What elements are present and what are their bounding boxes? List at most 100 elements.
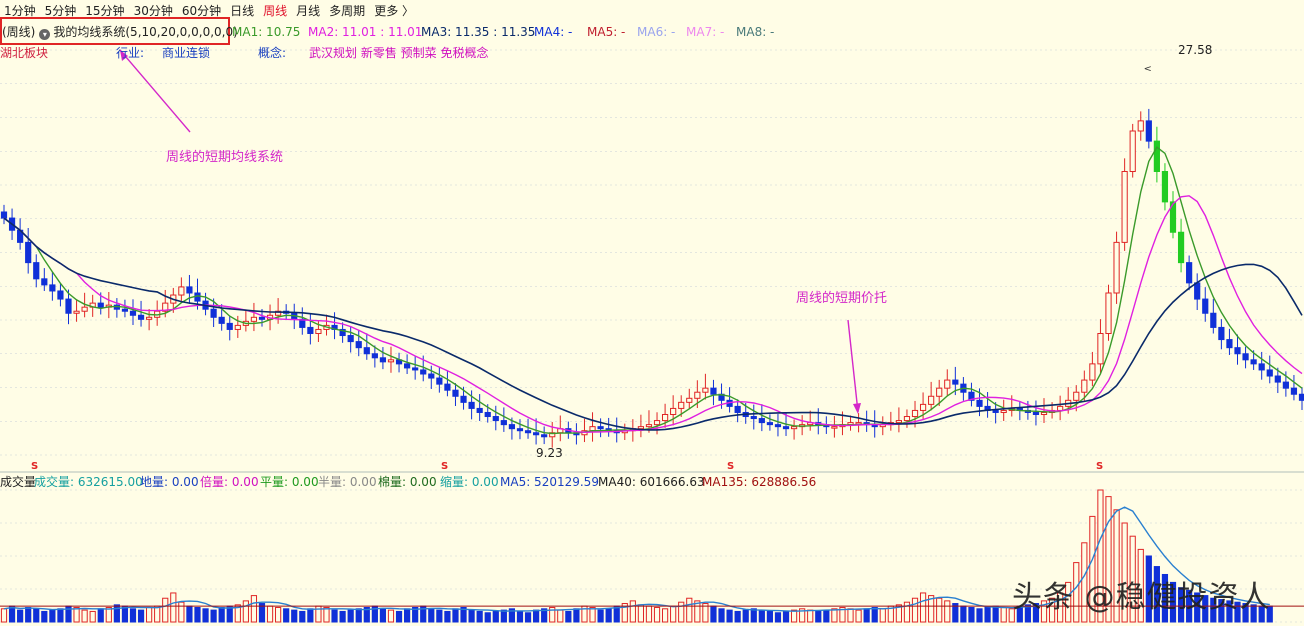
ma8-value: MA8: - xyxy=(736,25,775,39)
volume-bar xyxy=(266,605,274,623)
ma2-value: MA2: 11.01 : 11.01 xyxy=(308,25,423,39)
volume-bar xyxy=(146,606,153,623)
region-tag: 湖北板块 xyxy=(0,46,49,60)
candle-body xyxy=(694,391,701,399)
candle-body xyxy=(1210,312,1217,328)
volume-bar xyxy=(645,605,653,623)
candle-body xyxy=(936,387,943,397)
candle-body xyxy=(1121,171,1128,243)
mian-liang: 棉量: 0.00 xyxy=(378,475,437,489)
candle-body xyxy=(903,416,911,422)
candle-body xyxy=(73,310,80,314)
volume-bar xyxy=(395,610,403,623)
volume-bar xyxy=(162,597,169,623)
bei-liang: 倍量: 0.00 xyxy=(200,475,259,489)
candle-body xyxy=(137,314,145,320)
candle-body xyxy=(702,387,709,393)
volume-bar xyxy=(17,609,24,623)
volume-bar xyxy=(339,610,346,623)
volume-bar xyxy=(976,608,983,623)
candle-body xyxy=(1250,359,1257,365)
volume-bar xyxy=(452,608,459,623)
candle-body xyxy=(65,298,72,314)
candle-body xyxy=(1234,347,1241,355)
candle-body xyxy=(734,405,741,413)
ma-line-ma1 xyxy=(3,146,1303,435)
candle-body xyxy=(653,420,661,426)
candle-body xyxy=(911,409,919,418)
candle-body xyxy=(766,422,774,426)
arrow-head xyxy=(853,403,861,414)
candle-body xyxy=(928,395,935,405)
volume-bar xyxy=(25,606,32,623)
candle-body xyxy=(234,324,241,330)
concept-values[interactable]: 武汉规划 新零售 预制菜 免税概念 xyxy=(309,44,488,61)
candle-body xyxy=(57,290,64,300)
ma6-value: MA6: - xyxy=(637,25,676,39)
candle-body xyxy=(210,308,217,318)
volume-bar xyxy=(387,609,395,623)
candle-body xyxy=(379,357,387,363)
volume-bar xyxy=(605,608,612,623)
candle-body xyxy=(1137,120,1144,132)
volume-bar xyxy=(532,609,540,623)
volume-bar xyxy=(670,605,677,623)
volume-bar xyxy=(468,609,475,623)
volume-bar xyxy=(742,609,749,623)
candle-body xyxy=(49,284,56,292)
candle-body xyxy=(1177,231,1185,264)
volume-bar xyxy=(275,606,282,623)
candle-body xyxy=(33,262,40,280)
volume-bar xyxy=(492,610,499,623)
ma3-value: MA3: 11.35 : 11.35 xyxy=(421,25,536,39)
candle-body xyxy=(81,306,88,312)
candle-body xyxy=(484,411,491,418)
high-marker xyxy=(1144,66,1151,72)
candle-body xyxy=(750,416,757,420)
volume-value: 成交量: 632615.00 xyxy=(34,475,143,489)
volume-bar xyxy=(637,604,645,623)
candle-body xyxy=(250,316,258,322)
volume-title: 成交量 xyxy=(0,475,37,489)
candle-body xyxy=(1186,262,1193,284)
candle-body xyxy=(1129,130,1136,172)
volume-bar xyxy=(984,606,991,623)
volume-bar xyxy=(758,609,765,623)
candle-body xyxy=(516,428,524,432)
volume-bar xyxy=(299,610,306,623)
candle-body xyxy=(420,369,427,375)
volume-bar xyxy=(8,605,16,623)
volume-bar xyxy=(807,609,814,623)
candle-body xyxy=(597,426,604,430)
volume-bar xyxy=(573,608,580,623)
candle-body xyxy=(992,409,999,413)
volume-bar xyxy=(186,605,193,623)
candle-body xyxy=(1145,120,1152,142)
candle-body xyxy=(355,341,362,349)
candle-body xyxy=(758,418,765,424)
candle-body xyxy=(782,426,790,430)
candle-body xyxy=(774,424,782,428)
kline-chart[interactable] xyxy=(0,0,1304,626)
candle-body xyxy=(678,401,685,409)
volume-bar xyxy=(766,610,774,623)
candle-body xyxy=(976,399,983,407)
di-liang: 地量: 0.00 xyxy=(140,475,199,489)
candle-body xyxy=(1097,333,1104,365)
volume-bar xyxy=(73,606,80,623)
candle-body xyxy=(1000,409,1007,413)
candle-body xyxy=(1153,140,1160,172)
candle-body xyxy=(637,426,645,430)
volume-bar xyxy=(815,610,822,623)
ma5-value: MA5: - xyxy=(587,25,626,39)
ma4-value: MA4: - xyxy=(534,25,573,39)
industry-value[interactable]: 商业连锁 xyxy=(162,44,210,61)
volume-bar xyxy=(323,606,330,623)
candle-body xyxy=(428,373,435,379)
candle-body xyxy=(645,424,653,428)
candle-body xyxy=(315,328,322,335)
ma-values-bar: MA1: 10.75 MA2: 11.01 : 11.01 MA3: 11.35… xyxy=(0,22,1304,42)
candle-body xyxy=(97,302,104,308)
candle-body xyxy=(952,379,959,385)
high-price-label: 27.58 xyxy=(1178,43,1213,57)
